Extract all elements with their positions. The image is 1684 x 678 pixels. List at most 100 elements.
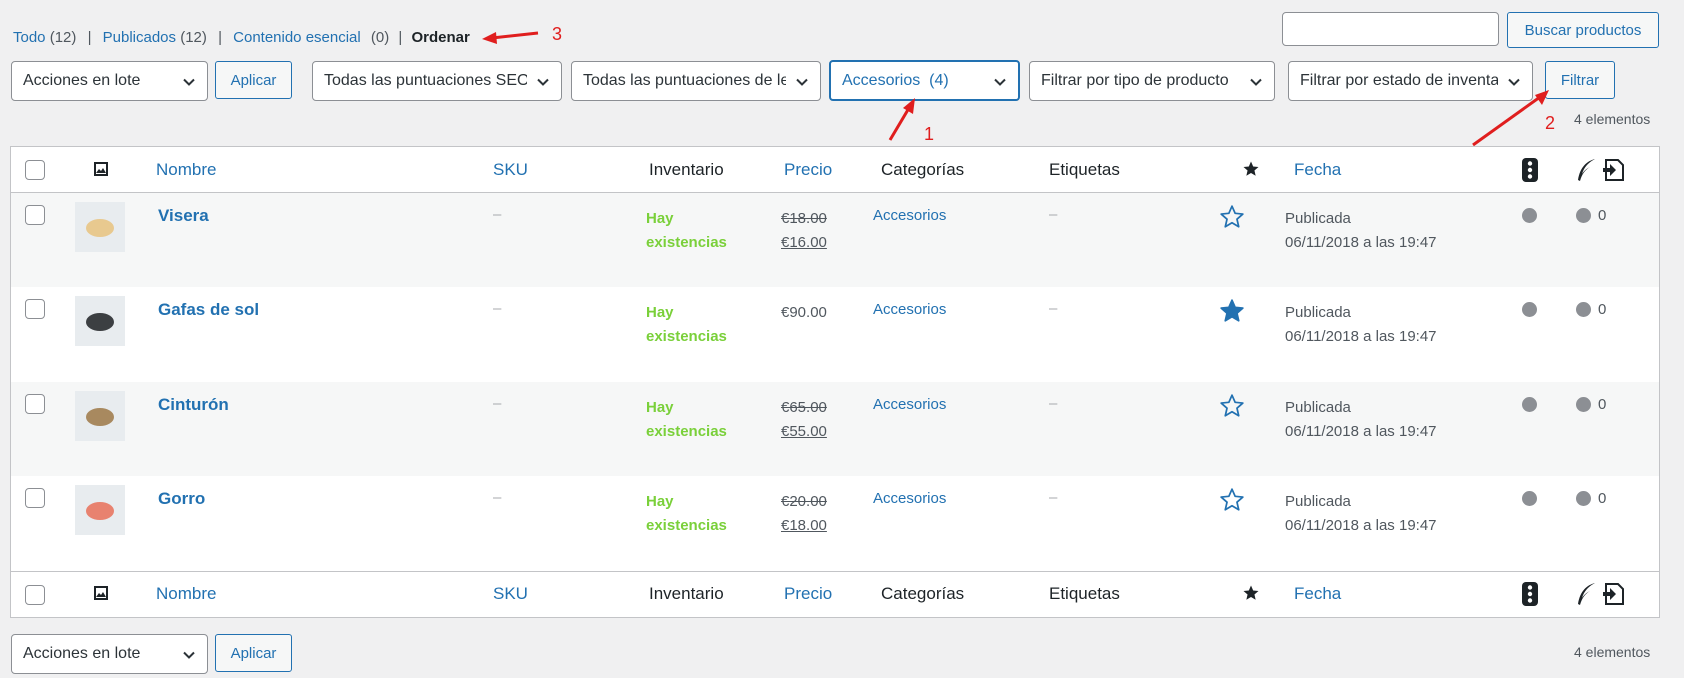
table-row: Gorro – Hay existencias €20.00 €18.00 Accesori… [11, 476, 1659, 570]
stock-status-line: Hay [646, 399, 674, 416]
column-date[interactable]: Fecha [1294, 160, 1341, 180]
readability-feather-icon [1578, 159, 1595, 181]
sale-price: €16.00 [781, 234, 827, 251]
column-tags: Etiquetas [1049, 160, 1120, 179]
product-name-link[interactable]: Visera [158, 206, 209, 226]
row-checkbox[interactable] [25, 488, 45, 508]
publish-date: 06/11/2018 a las 19:47 [1285, 234, 1437, 251]
table-footer: Nombre SKU Inventario Precio Categorías … [11, 571, 1659, 617]
regular-price: €90.00 [781, 304, 827, 321]
category-link[interactable]: Accesorios [873, 396, 946, 413]
row-checkbox[interactable] [25, 205, 45, 225]
tags-value: – [1049, 300, 1058, 317]
product-image [86, 408, 114, 426]
seo-traffic-light-icon [1522, 582, 1538, 606]
seo-score-dot [1522, 491, 1537, 506]
select-all-checkbox[interactable] [25, 160, 45, 180]
regular-price: €65.00 [781, 399, 827, 416]
stock-status: Hay existencias [646, 207, 746, 255]
featured-star-outline-icon[interactable] [1219, 393, 1245, 419]
links-count: 0 [1598, 207, 1607, 224]
sale-price: €18.00 [781, 517, 827, 534]
product-name-link[interactable]: Gorro [158, 489, 205, 509]
date-value: Publicada 06/11/2018 a las 19:47 [1285, 207, 1437, 255]
publish-status: Publicada [1285, 493, 1351, 510]
row-checkbox[interactable] [25, 394, 45, 414]
sku-value: – [493, 206, 502, 223]
stock-status: Hay existencias [646, 396, 746, 444]
product-image [86, 313, 114, 331]
bulk-actions-select-bottom[interactable]: Acciones en lote [11, 634, 208, 674]
price: €18.00 €16.00 [781, 207, 827, 255]
category-link[interactable]: Accesorios [873, 490, 946, 507]
links-count: 0 [1598, 301, 1607, 318]
tags-value: – [1049, 206, 1058, 223]
seo-score-dot [1522, 397, 1537, 412]
image-icon [94, 586, 108, 600]
product-name-link[interactable]: Cinturón [158, 395, 229, 415]
stock-status: Hay existencias [646, 490, 746, 538]
stock-status-line: existencias [646, 328, 727, 345]
publish-date: 06/11/2018 a las 19:47 [1285, 328, 1437, 345]
date-value: Publicada 06/11/2018 a las 19:47 [1285, 396, 1437, 444]
product-thumbnail[interactable] [75, 296, 125, 346]
column-stock: Inventario [649, 584, 724, 603]
column-categories: Categorías [881, 584, 965, 603]
stock-status-line: existencias [646, 517, 727, 534]
column-name[interactable]: Nombre [156, 160, 216, 180]
readability-score-dot [1576, 397, 1591, 412]
select-all-checkbox[interactable] [25, 585, 45, 605]
product-name-link[interactable]: Gafas de sol [158, 300, 259, 320]
readability-score-dot [1576, 208, 1591, 223]
readability-score-dot [1576, 302, 1591, 317]
chevron-down-icon [183, 651, 195, 659]
featured-star-icon[interactable] [1242, 160, 1260, 178]
column-sku[interactable]: SKU [493, 584, 528, 604]
publish-date: 06/11/2018 a las 19:47 [1285, 517, 1437, 534]
column-name[interactable]: Nombre [156, 584, 216, 604]
column-categories: Categorías [881, 160, 965, 179]
product-thumbnail[interactable] [75, 202, 125, 252]
readability-feather-icon [1578, 583, 1595, 605]
annotation-label: 2 [1545, 113, 1556, 133]
featured-star-filled-icon[interactable] [1219, 298, 1245, 324]
column-date[interactable]: Fecha [1294, 584, 1341, 604]
product-thumbnail[interactable] [75, 485, 125, 535]
regular-price: €20.00 [781, 493, 827, 510]
date-value: Publicada 06/11/2018 a las 19:47 [1285, 301, 1437, 349]
row-checkbox[interactable] [25, 299, 45, 319]
product-thumbnail[interactable] [75, 391, 125, 441]
column-price[interactable]: Precio [784, 584, 832, 604]
stock-status-line: existencias [646, 234, 727, 251]
publish-date: 06/11/2018 a las 19:47 [1285, 423, 1437, 440]
image-icon [94, 162, 108, 176]
sku-value: – [493, 300, 502, 317]
category-link[interactable]: Accesorios [873, 301, 946, 318]
featured-star-outline-icon[interactable] [1219, 204, 1245, 230]
price: €90.00 [781, 301, 827, 325]
column-tags: Etiquetas [1049, 584, 1120, 603]
bulk-actions-value: Acciones en lote [23, 645, 141, 662]
publish-status: Publicada [1285, 210, 1351, 227]
table-row: Visera – Hay existencias €18.00 €16.00 Accesor… [11, 193, 1659, 287]
column-sku[interactable]: SKU [493, 160, 528, 180]
sku-value: – [493, 489, 502, 506]
annotation-label: 3 [552, 24, 563, 44]
stock-status-line: Hay [646, 493, 674, 510]
links-count: 0 [1598, 396, 1607, 413]
price: €20.00 €18.00 [781, 490, 827, 538]
product-image [86, 502, 114, 520]
price: €65.00 €55.00 [781, 396, 827, 444]
product-image [86, 219, 114, 237]
stock-status-line: Hay [646, 304, 674, 321]
sku-value: – [493, 395, 502, 412]
apply-button-bottom[interactable]: Aplicar [215, 634, 292, 672]
publish-status: Publicada [1285, 399, 1351, 416]
sale-price: €55.00 [781, 423, 827, 440]
column-price[interactable]: Precio [784, 160, 832, 180]
featured-star-outline-icon[interactable] [1219, 487, 1245, 513]
featured-star-icon[interactable] [1242, 584, 1260, 602]
column-stock: Inventario [649, 160, 724, 179]
readability-score-dot [1576, 491, 1591, 506]
category-link[interactable]: Accesorios [873, 207, 946, 224]
